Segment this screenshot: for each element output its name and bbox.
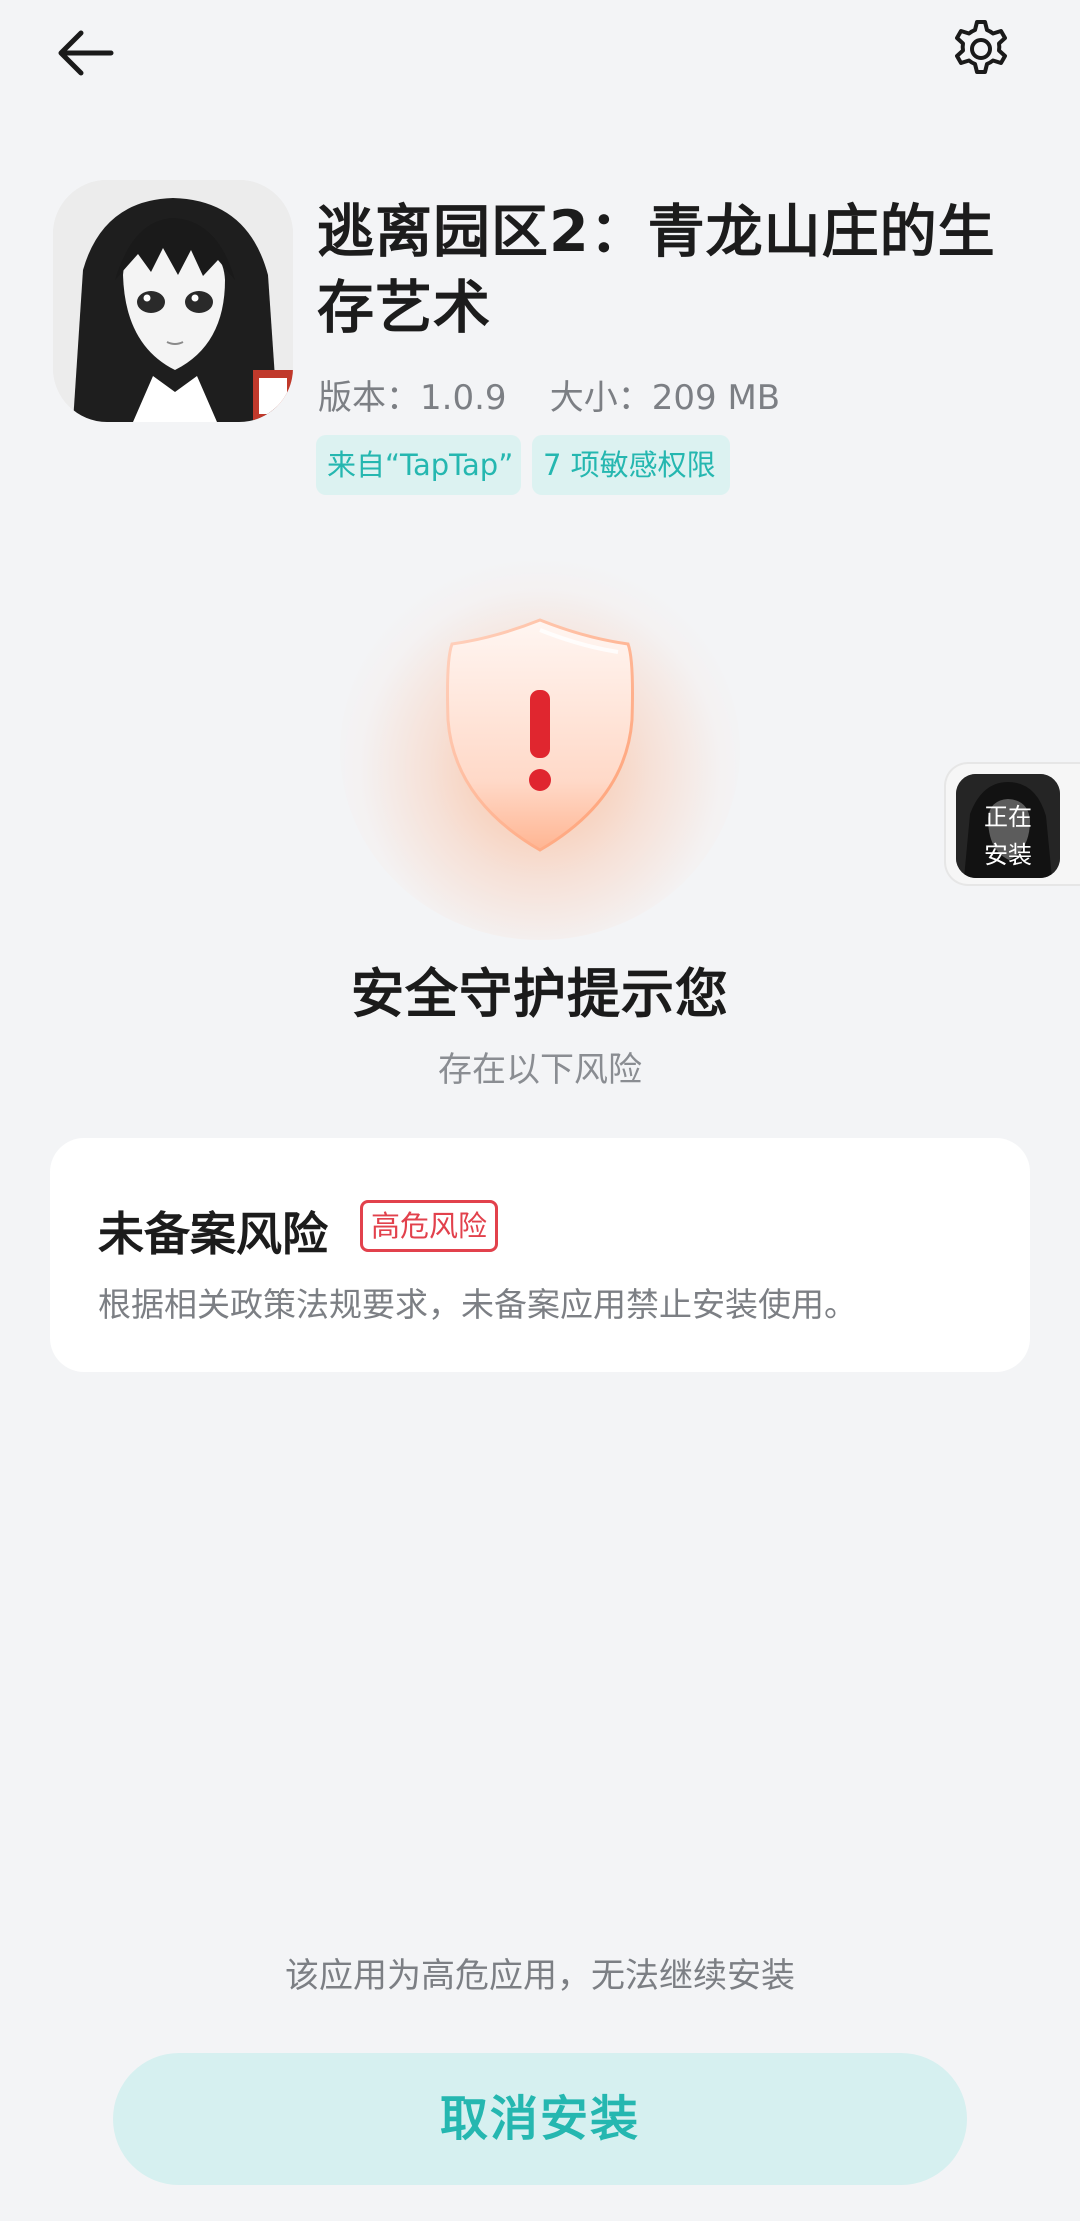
shield-alert-icon bbox=[420, 600, 660, 870]
installing-widget[interactable]: 正在安装 bbox=[944, 762, 1080, 886]
risk-description: 根据相关政策法规要求，未备案应用禁止安装使用。 bbox=[98, 1285, 857, 1324]
installing-label: 正在安装 bbox=[984, 803, 1032, 869]
app-title: 逃离园区2：青龙山庄的生存艺术 bbox=[317, 199, 996, 341]
arrow-left-icon bbox=[58, 30, 114, 76]
security-title: 安全守护提示您 bbox=[351, 964, 729, 1025]
cancel-install-button[interactable]: 取消安装 bbox=[113, 2053, 967, 2185]
settings-button[interactable] bbox=[940, 8, 1022, 90]
bottom-note: 该应用为高危应用，无法继续安装 bbox=[285, 1956, 795, 1996]
back-button[interactable] bbox=[44, 12, 126, 94]
risk-level-badge: 高危风险 bbox=[360, 1200, 499, 1252]
source-tag[interactable]: 来自“TapTap” bbox=[316, 435, 521, 495]
security-subtitle: 存在以下风险 bbox=[438, 1050, 642, 1090]
permissions-tag[interactable]: 7 项敏感权限 bbox=[532, 435, 730, 495]
risk-card: 未备案风险 高危风险 根据相关政策法规要求，未备案应用禁止安装使用。 bbox=[50, 1138, 1030, 1372]
gear-icon bbox=[955, 20, 1007, 74]
app-icon bbox=[53, 180, 293, 422]
installing-app-thumbnail: 正在安装 bbox=[956, 774, 1060, 878]
risk-title: 未备案风险 bbox=[98, 1207, 328, 1261]
app-meta: 版本：1.0.9 大小：209 MB bbox=[318, 378, 781, 418]
